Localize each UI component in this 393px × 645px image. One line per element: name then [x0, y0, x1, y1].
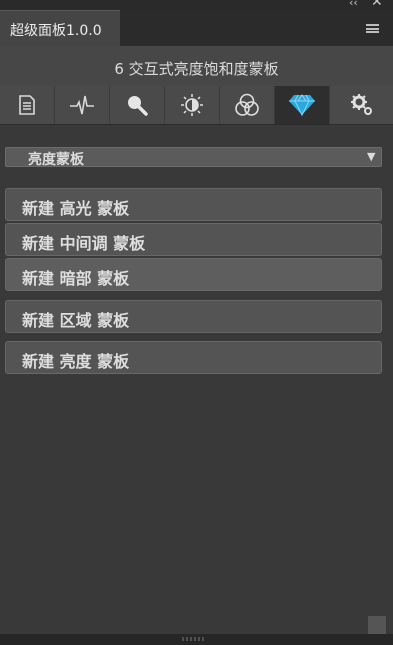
- tool-search[interactable]: [110, 86, 165, 124]
- panel-subtitle: 6 交互式亮度饱和度蒙板: [114, 60, 279, 78]
- button-label: 新建 高光 蒙板: [22, 199, 130, 218]
- close-icon[interactable]: ✕: [371, 0, 383, 9]
- panel-tab-bar: 超级面板1.0.0: [0, 10, 393, 46]
- tool-waveform[interactable]: [55, 86, 110, 124]
- panel-tab-label: 超级面板1.0.0: [10, 23, 102, 39]
- mask-type-select[interactable]: 亮度蒙板 ▼: [5, 147, 382, 168]
- tool-brightness[interactable]: [165, 86, 220, 124]
- icon-toolbar: [0, 86, 393, 125]
- new-luminosity-mask-button[interactable]: 新建 亮度 蒙板: [5, 341, 382, 374]
- document-icon: [19, 95, 35, 115]
- new-midtone-mask-button[interactable]: 新建 中间调 蒙板: [5, 223, 382, 256]
- new-zone-mask-button[interactable]: 新建 区域 蒙板: [5, 300, 382, 333]
- panel-bottom-bar: [0, 634, 393, 645]
- panel-tab[interactable]: 超级面板1.0.0: [0, 10, 120, 46]
- tool-document[interactable]: [0, 86, 55, 124]
- resize-handle[interactable]: [368, 616, 386, 634]
- button-label: 新建 暗部 蒙板: [22, 269, 130, 288]
- subtitle-bar: 6 交互式亮度饱和度蒙板: [0, 46, 393, 86]
- new-shadow-mask-button[interactable]: 新建 暗部 蒙板: [5, 258, 382, 291]
- collapse-icon[interactable]: ‹‹: [349, 0, 358, 10]
- search-icon: [128, 96, 148, 116]
- tool-settings[interactable]: [330, 86, 393, 124]
- chevron-down-icon: ▼: [367, 150, 376, 163]
- tool-color-circles[interactable]: [220, 86, 275, 124]
- color-circles-icon: [235, 93, 259, 116]
- window-top-strip: ‹‹ ✕: [0, 0, 393, 10]
- diamond-icon: [289, 94, 315, 117]
- waveform-icon: [70, 95, 94, 115]
- button-label: 新建 区域 蒙板: [22, 311, 130, 330]
- new-highlight-mask-button[interactable]: 新建 高光 蒙板: [5, 188, 382, 221]
- grip-icon[interactable]: [182, 637, 206, 641]
- button-label: 新建 中间调 蒙板: [22, 234, 146, 253]
- settings-icon: [350, 94, 372, 115]
- panel-menu-icon[interactable]: [366, 24, 379, 33]
- button-label: 新建 亮度 蒙板: [22, 352, 130, 371]
- tool-diamond[interactable]: [275, 86, 330, 124]
- mask-type-value: 亮度蒙板: [28, 152, 84, 168]
- brightness-icon: [181, 94, 203, 116]
